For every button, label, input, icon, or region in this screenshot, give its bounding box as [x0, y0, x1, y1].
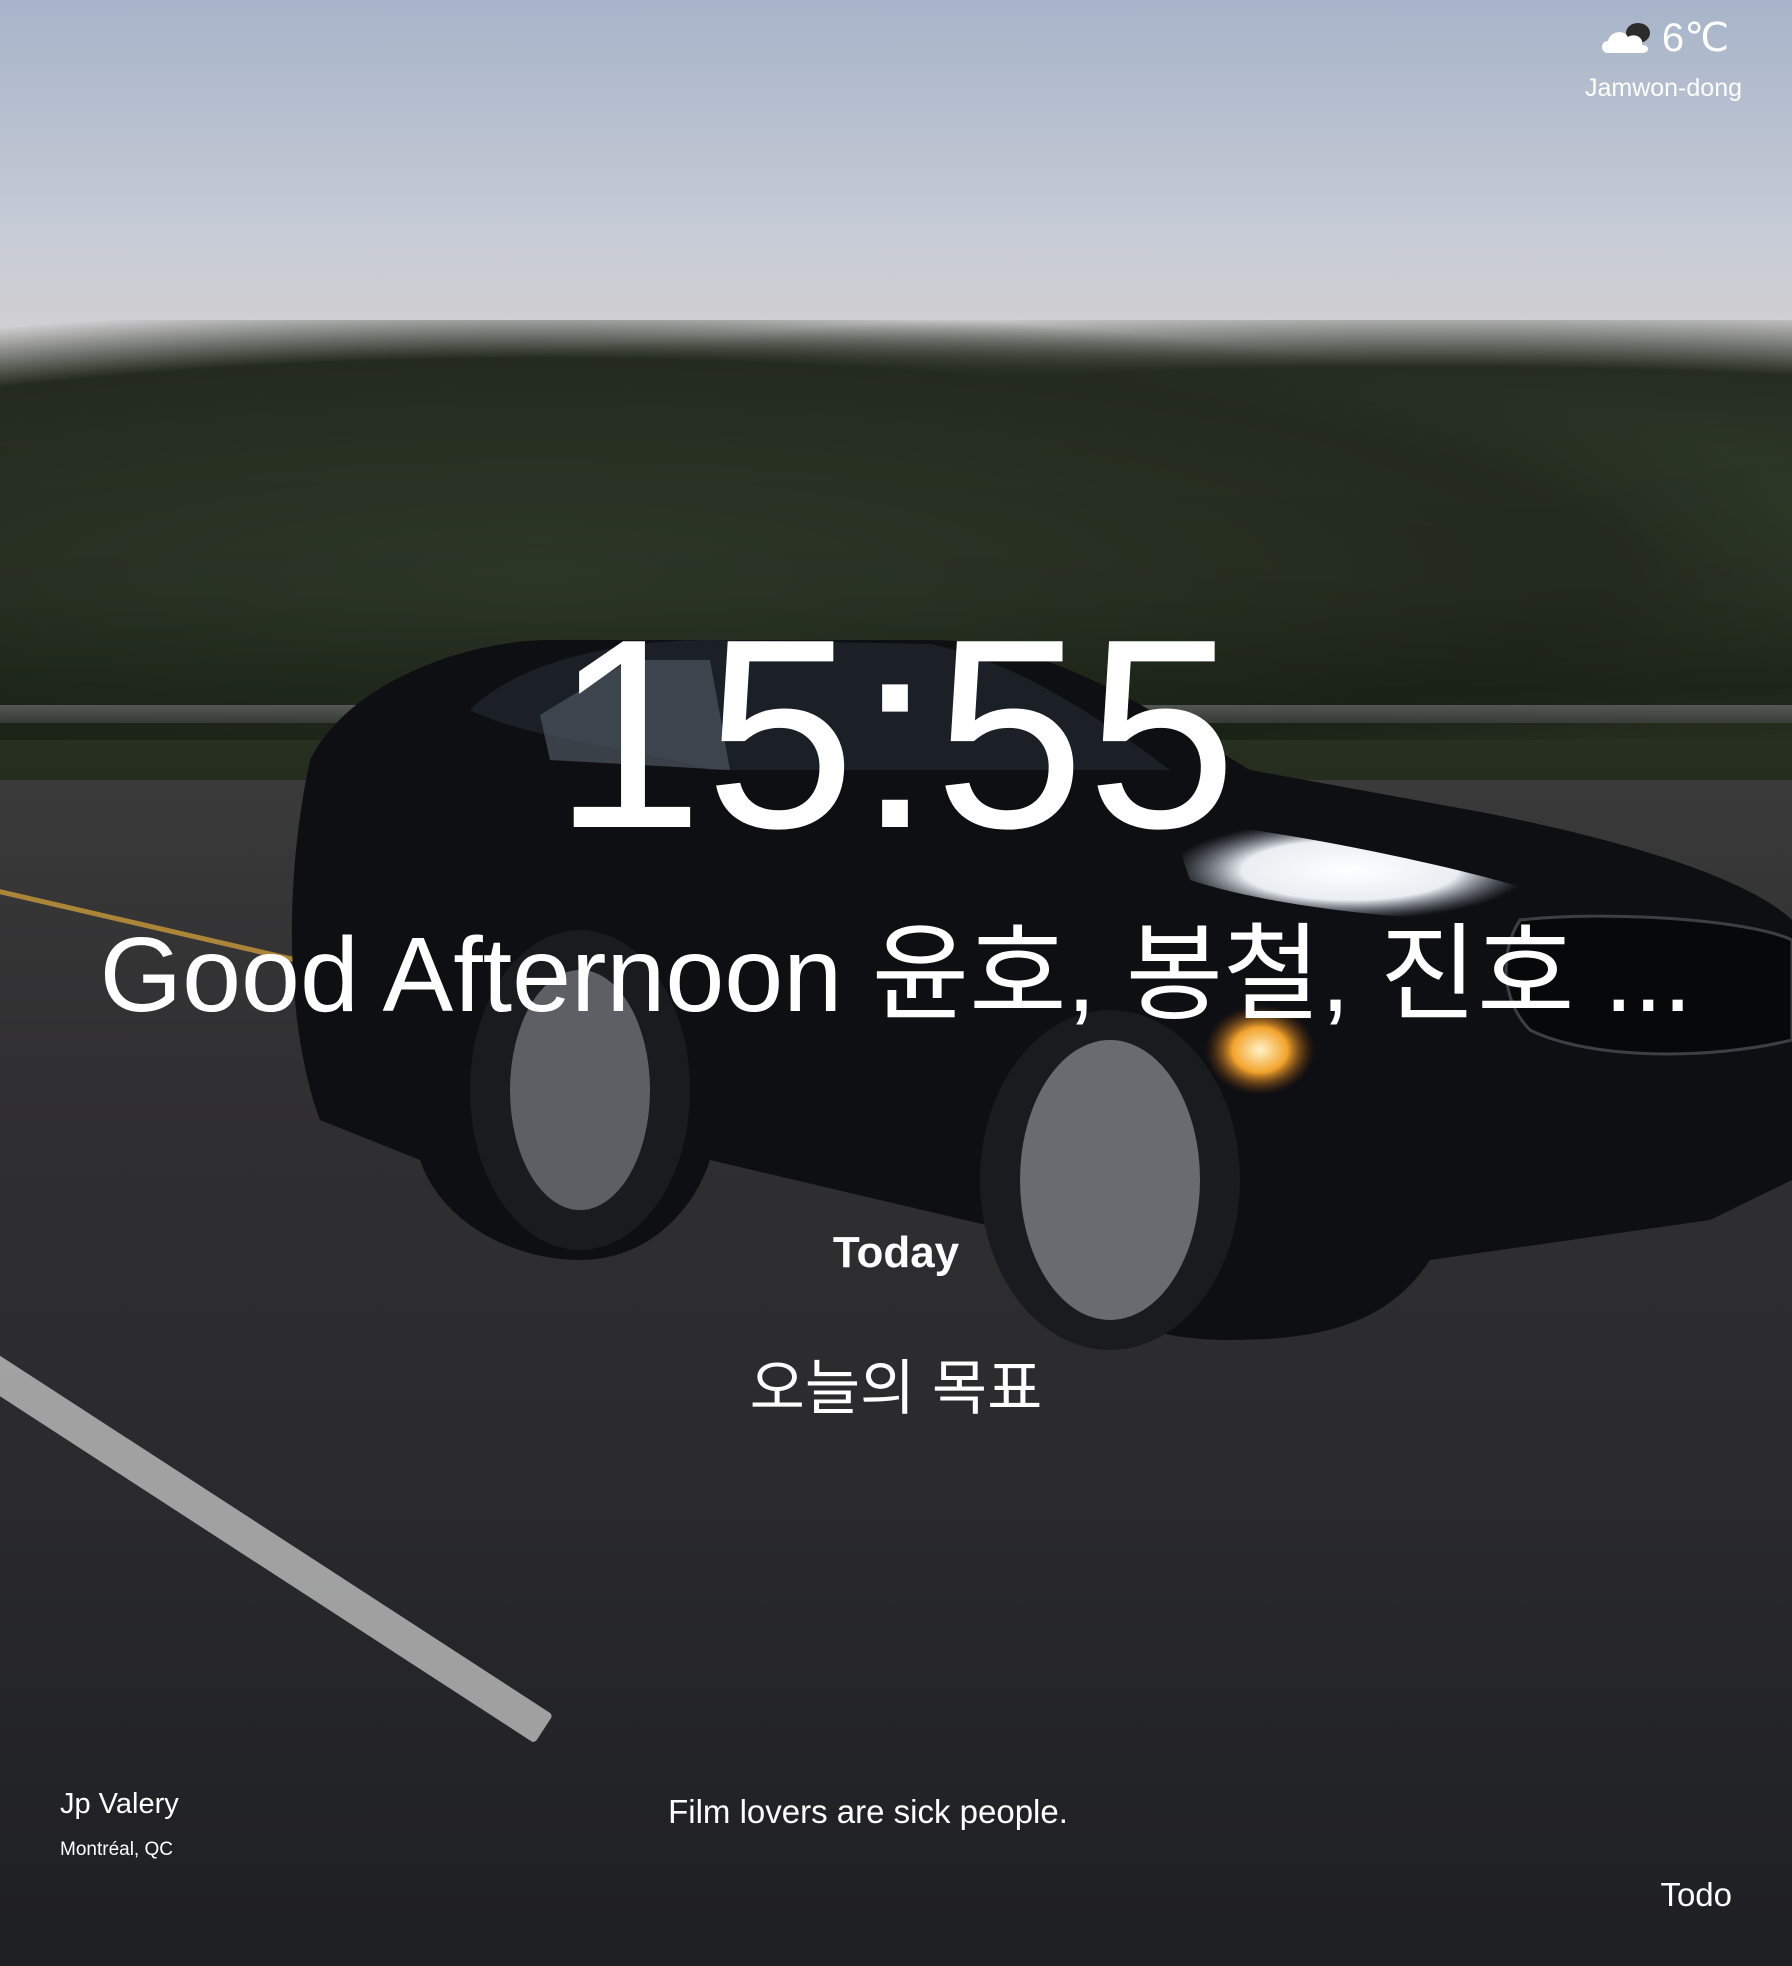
dashboard-screen: 6℃ Jamwon-dong 15:55 Good Afternoon 윤호, …: [0, 0, 1792, 1966]
quote-text: Film lovers are sick people.: [668, 1793, 1068, 1830]
weather-temperature: 6℃: [1661, 16, 1730, 60]
photo-credit-location: Montréal, QC: [60, 1839, 173, 1860]
focus-label: Today: [832, 1228, 960, 1277]
clock-time: 15:55: [553, 584, 1239, 885]
greeting-text[interactable]: Good Afternoon 윤호, 봉철, 진호 ...: [40, 915, 1752, 1035]
weather-location: Jamwon-dong: [1584, 74, 1742, 102]
cloud-icon: [1601, 23, 1650, 53]
focus-goal[interactable]: 오늘의 목표: [0, 1340, 1792, 1427]
weather-widget[interactable]: 6℃ Jamwon-dong: [1585, 14, 1742, 103]
todo-button[interactable]: Todo: [1660, 1876, 1732, 1914]
